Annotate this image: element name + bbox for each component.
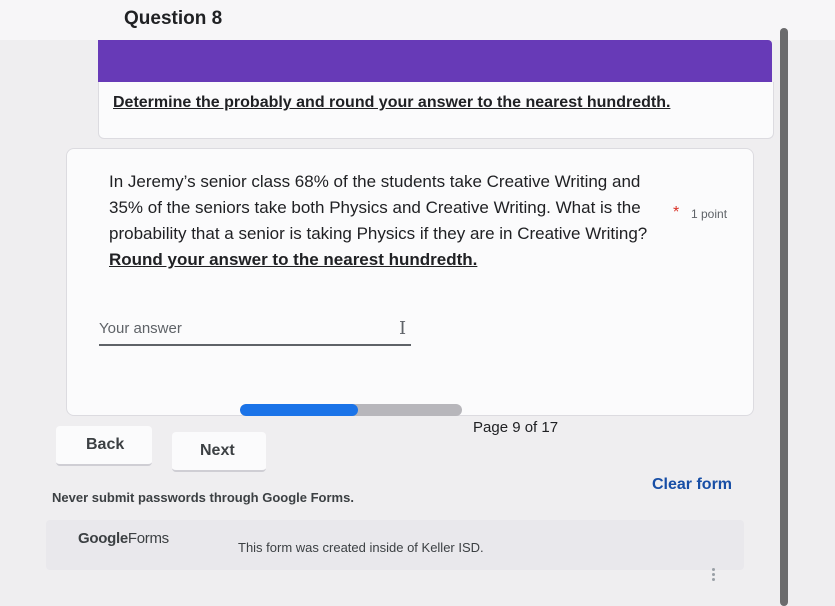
question-text: In Jeremy’s senior class 68% of the stud… [109,169,649,273]
answer-input[interactable] [99,314,389,342]
text-cursor-icon: I [399,318,407,339]
question-card: In Jeremy’s senior class 68% of the stud… [66,148,754,416]
section-title: Question 8 [124,8,223,29]
page-indicator: Page 9 of 17 [473,419,559,436]
logo-forms: Forms [127,530,169,547]
question-emphasis: Round your answer to the nearest hundred… [109,250,478,269]
logo-google: Google [78,530,128,547]
next-button[interactable]: Next [172,432,266,472]
progress-bar-fill [240,404,358,416]
google-forms-logo[interactable]: GoogleForms [78,530,169,547]
points-label: 1 point [691,207,728,221]
section-header: Question 8 [0,0,835,40]
section-description: Determine the probably and round your an… [113,94,671,111]
scrollbar-thumb[interactable] [780,28,788,606]
password-warning: Never submit passwords through Google Fo… [52,490,354,505]
clear-form-button[interactable]: Clear form [652,476,732,494]
required-asterisk: * [673,204,680,221]
progress-bar [240,404,462,416]
created-note: This form was created inside of Keller I… [238,540,484,555]
more-vert-icon[interactable] [708,566,718,590]
section-description-card: Determine the probably and round your an… [98,82,774,139]
theme-header-bar [98,40,772,82]
answer-field[interactable]: I [99,314,411,346]
footer-bar: GoogleForms This form was created inside… [46,520,744,570]
question-body: In Jeremy’s senior class 68% of the stud… [109,172,648,243]
back-button[interactable]: Back [56,426,152,466]
